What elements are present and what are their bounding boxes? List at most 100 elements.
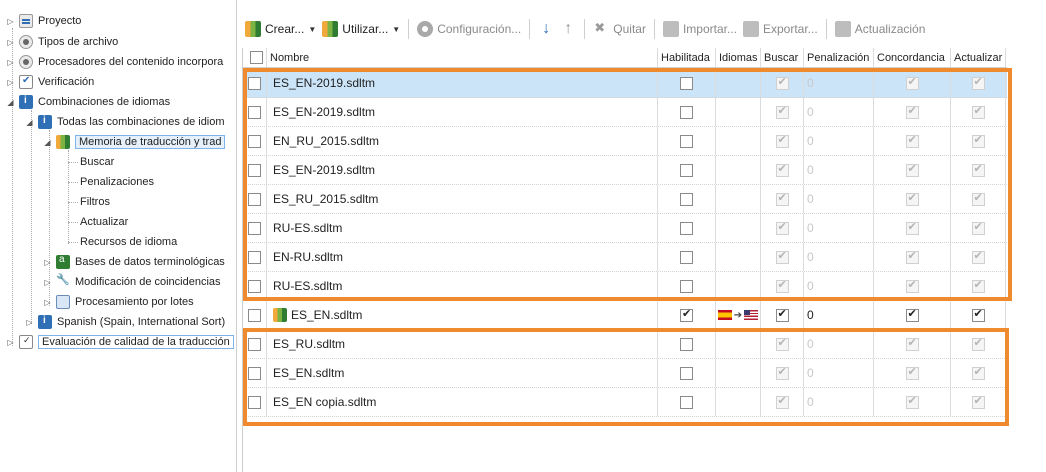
checkbox-box[interactable] [249, 51, 263, 64]
header-buscar[interactable]: Buscar [761, 48, 804, 67]
collapse-icon[interactable]: ◢ [6, 98, 15, 107]
enabled-checkbox[interactable] [680, 221, 693, 235]
table-row[interactable]: RU-ES.sdltm 0 [243, 214, 1007, 243]
tree-item-modificacion-coincidencias[interactable]: ▷ Modificación de coincidencias [43, 272, 220, 292]
header-idiomas[interactable]: Idiomas [716, 48, 761, 67]
row-select-cell [243, 69, 267, 97]
table-row[interactable]: ES_RU.sdltm 0 [243, 330, 1007, 359]
tree-item-combinaciones[interactable]: ◢ Combinaciones de idiomas [6, 92, 170, 112]
dropdown-arrow-icon[interactable]: ▼ [308, 25, 316, 34]
tree-item-tipos-de-archivo[interactable]: ▷ Tipos de archivo [6, 32, 118, 52]
header-concordancia[interactable]: Concordancia [874, 48, 951, 67]
enabled-checkbox[interactable] [680, 337, 693, 351]
table-row[interactable]: ES_RU_2015.sdltm 0 [243, 185, 1007, 214]
tree-item-evaluacion-calidad[interactable]: ▷ Evaluación de calidad de la traducción [6, 332, 234, 352]
tree-item-procesadores[interactable]: ▷ Procesadores del contenido incorpora [6, 52, 223, 72]
concordance-checkbox[interactable] [905, 307, 919, 322]
tm-name: ES_EN copia.sdltm [273, 395, 377, 409]
header-penalizacion[interactable]: Penalización [804, 48, 874, 67]
tree-item-label: Buscar [80, 156, 115, 168]
row-select-checkbox[interactable] [248, 105, 261, 119]
select-all-checkbox[interactable] [243, 48, 267, 67]
table-row[interactable]: RU-ES.sdltm 0 [243, 272, 1007, 301]
settings-button[interactable]: Configuración... [414, 17, 524, 41]
row-select-checkbox[interactable] [248, 366, 261, 380]
table-row[interactable]: ES_EN-2019.sdltm 0 [243, 98, 1007, 127]
header-actualizar[interactable]: Actualizar [951, 48, 1006, 67]
tree-item-spanish-spain[interactable]: ▷ Spanish (Spain, International Sort) [25, 312, 225, 332]
tree-item-proyecto[interactable]: ▷ Proyecto [6, 11, 81, 31]
table-row[interactable]: ES_EN-2019.sdltm 0 [243, 69, 1007, 98]
expand-icon[interactable]: ▷ [6, 17, 15, 26]
search-checkbox [775, 191, 789, 206]
expand-icon[interactable]: ▷ [25, 318, 34, 327]
tree-item-filtros[interactable]: Filtros [80, 192, 110, 212]
row-select-checkbox[interactable] [248, 221, 261, 235]
remove-button[interactable]: Quitar [590, 17, 649, 41]
search-checkbox[interactable] [775, 307, 789, 322]
tm-name: EN-RU.sdltm [273, 250, 344, 264]
dropdown-arrow-icon[interactable]: ▼ [392, 25, 400, 34]
tree-item-recursos-idioma[interactable]: Recursos de idioma [80, 232, 177, 252]
update-button[interactable]: Actualización [832, 17, 929, 41]
enabled-checkbox[interactable] [680, 395, 693, 409]
row-select-checkbox[interactable] [248, 337, 261, 351]
move-down-button[interactable]: ↓ [535, 17, 557, 41]
expand-icon[interactable]: ▷ [6, 78, 15, 87]
expand-icon[interactable]: ▷ [43, 298, 52, 307]
enabled-checkbox[interactable] [680, 250, 693, 264]
enabled-checkbox[interactable] [680, 192, 693, 206]
tree-item-penalizaciones[interactable]: Penalizaciones [80, 172, 154, 192]
enabled-checkbox[interactable] [680, 163, 693, 177]
enabled-checkbox[interactable] [680, 307, 693, 322]
use-button[interactable]: Utilizar... ▼ [319, 17, 403, 41]
update-cell [951, 127, 1006, 155]
row-select-checkbox[interactable] [248, 163, 261, 177]
tree-item-todas-combinaciones[interactable]: ◢ Todas las combinaciones de idiom [25, 112, 225, 132]
tree-item-buscar[interactable]: Buscar [80, 152, 114, 172]
row-select-checkbox[interactable] [248, 395, 261, 409]
languages-cell [716, 127, 761, 155]
tree-item-bases-terminologicas[interactable]: ▷ Bases de datos terminológicas [43, 252, 225, 272]
enabled-checkbox[interactable] [680, 76, 693, 90]
expand-icon[interactable]: ▷ [6, 38, 15, 47]
table-row[interactable]: EN_RU_2015.sdltm 0 [243, 127, 1007, 156]
collapse-icon[interactable]: ◢ [25, 118, 34, 127]
tree-item-procesamiento-lotes[interactable]: ▷ Procesamiento por lotes [43, 292, 194, 312]
name-cell: ES_EN.sdltm [267, 301, 658, 329]
tree-item-actualizar[interactable]: Actualizar [80, 212, 128, 232]
enabled-checkbox[interactable] [680, 134, 693, 148]
header-habilitada[interactable]: Habilitada [658, 48, 716, 67]
table-row[interactable]: ES_EN.sdltm ➔ 0 [243, 301, 1007, 330]
expand-icon[interactable]: ▷ [43, 278, 52, 287]
table-row[interactable]: ES_EN.sdltm 0 [243, 359, 1007, 388]
expand-icon[interactable]: ▷ [43, 258, 52, 267]
create-button[interactable]: Crear... ▼ [242, 17, 319, 41]
table-row[interactable]: ES_EN-2019.sdltm 0 [243, 156, 1007, 185]
tree-item-memoria-traduccion[interactable]: ◢ Memoria de traducción y trad [43, 132, 226, 152]
enabled-checkbox[interactable] [680, 279, 693, 293]
row-select-checkbox[interactable] [248, 192, 261, 206]
import-icon [662, 21, 679, 37]
row-select-checkbox[interactable] [248, 279, 261, 293]
row-select-checkbox[interactable] [248, 250, 261, 264]
header-nombre[interactable]: Nombre [267, 48, 658, 67]
table-row[interactable]: ES_EN copia.sdltm 0 [243, 388, 1007, 417]
tree-item-verificacion[interactable]: ▷ Verificación [6, 72, 94, 92]
penalty-cell: 0 [804, 127, 874, 155]
collapse-icon[interactable]: ◢ [43, 138, 52, 147]
export-button[interactable]: Exportar... [740, 17, 821, 41]
enabled-checkbox[interactable] [680, 366, 693, 380]
name-cell: ES_RU_2015.sdltm [267, 185, 658, 213]
import-button[interactable]: Importar... [660, 17, 740, 41]
expand-icon[interactable]: ▷ [6, 338, 15, 347]
enabled-checkbox[interactable] [680, 105, 693, 119]
row-select-checkbox[interactable] [248, 308, 261, 322]
expand-icon[interactable]: ▷ [6, 58, 15, 67]
table-row[interactable]: EN-RU.sdltm 0 [243, 243, 1007, 272]
update-checkbox[interactable] [971, 307, 985, 322]
row-select-checkbox[interactable] [248, 76, 261, 90]
move-up-button[interactable]: ↑ [557, 17, 579, 41]
penalty-cell[interactable]: 0 [804, 301, 874, 329]
row-select-checkbox[interactable] [248, 134, 261, 148]
